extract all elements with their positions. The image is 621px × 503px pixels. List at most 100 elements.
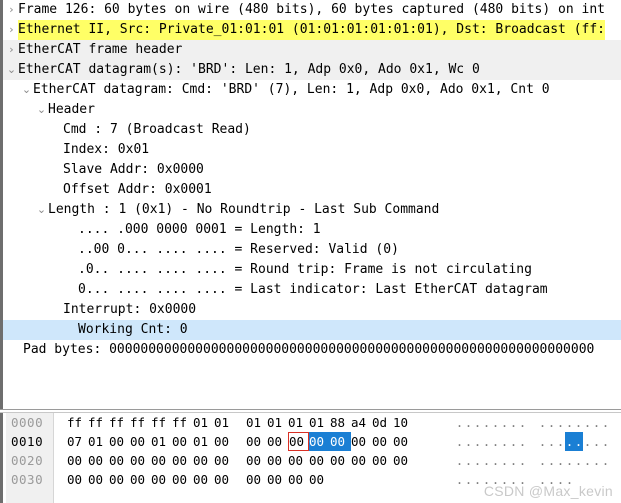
hex-row[interactable]: 0020 00 00 00 00 00 00 00 00 00 00 00 00 00 00 00 00....… (3, 451, 621, 470)
hex-byte[interactable]: 00 (309, 451, 330, 470)
hex-byte[interactable]: 00 (330, 451, 351, 470)
ascii-group[interactable]: ................ (455, 432, 610, 451)
hex-byte[interactable]: 00 (288, 451, 309, 470)
hex-byte[interactable]: ff (151, 413, 172, 432)
chevron-down-icon[interactable]: ⌄ (20, 80, 33, 100)
hex-byte[interactable]: 00 (214, 432, 235, 451)
ascii-char[interactable]: . (500, 432, 509, 451)
ascii-char[interactable]: . (509, 451, 518, 470)
ascii-char[interactable]: . (556, 432, 565, 451)
hex-byte[interactable]: 01 (246, 413, 267, 432)
hex-byte[interactable]: 01 (214, 413, 235, 432)
tree-row[interactable]: ⌄ Length : 1 (0x1) - No Roundtrip - Last … (3, 200, 621, 220)
ascii-char[interactable]: . (464, 432, 473, 451)
ascii-char[interactable]: . (482, 451, 491, 470)
ascii-char[interactable]: . (565, 432, 574, 451)
hex-byte[interactable]: 01 (309, 413, 330, 432)
hex-byte[interactable]: 00 (193, 470, 214, 489)
chevron-down-icon[interactable]: ⌄ (35, 200, 48, 220)
ascii-char[interactable]: . (455, 470, 464, 489)
hex-byte[interactable]: 00 (309, 432, 330, 451)
chevron-right-icon[interactable]: › (5, 20, 18, 40)
tree-row[interactable]: ⌄ Header (3, 100, 621, 120)
hex-byte[interactable]: 00 (172, 432, 193, 451)
ascii-char[interactable]: . (583, 413, 592, 432)
hex-byte[interactable]: 00 (330, 432, 351, 451)
hex-byte[interactable]: 00 (109, 470, 130, 489)
hex-byte[interactable]: 00 (109, 451, 130, 470)
ascii-char[interactable]: . (547, 451, 556, 470)
tree-row[interactable]: Offset Addr: 0x0001 (3, 180, 621, 200)
ascii-char[interactable]: . (538, 451, 547, 470)
ascii-char[interactable]: . (464, 470, 473, 489)
ascii-char[interactable]: . (482, 413, 491, 432)
ascii-char[interactable]: . (473, 432, 482, 451)
tree-row[interactable]: Working Cnt: 0 (3, 320, 621, 340)
hex-byte[interactable]: 00 (393, 451, 414, 470)
ascii-char[interactable]: . (556, 451, 565, 470)
ascii-char[interactable]: . (464, 413, 473, 432)
tree-row[interactable]: 0... .... .... .... = Last indicator: La… (3, 280, 621, 300)
ascii-char[interactable]: . (547, 432, 556, 451)
hex-byte[interactable]: 00 (246, 432, 267, 451)
ascii-char[interactable]: . (565, 413, 574, 432)
hex-byte[interactable]: 01 (151, 432, 172, 451)
hex-byte[interactable]: ff (67, 413, 88, 432)
ascii-char[interactable]: . (500, 451, 509, 470)
ascii-char[interactable]: . (491, 432, 500, 451)
ascii-char[interactable]: . (473, 413, 482, 432)
ascii-char[interactable]: . (500, 413, 509, 432)
ascii-char[interactable]: . (574, 413, 583, 432)
hex-byte[interactable]: 01 (88, 432, 109, 451)
hex-byte[interactable]: 00 (172, 470, 193, 489)
ascii-char[interactable]: . (473, 451, 482, 470)
hex-byte[interactable]: 10 (393, 413, 414, 432)
hex-byte[interactable]: 00 (130, 451, 151, 470)
hex-byte[interactable]: 00 (151, 451, 172, 470)
hex-byte[interactable]: 00 (214, 451, 235, 470)
ascii-char[interactable]: . (491, 413, 500, 432)
hex-byte[interactable]: 00 (109, 432, 130, 451)
hex-byte[interactable]: 00 (130, 470, 151, 489)
hex-byte-group[interactable]: 00 00 00 00 00 00 00 00 00 00 00 00 00 00 00 00 (67, 451, 414, 470)
hex-byte[interactable]: 00 (67, 451, 88, 470)
hex-byte[interactable]: 07 (67, 432, 88, 451)
ascii-char[interactable]: . (583, 432, 592, 451)
hex-byte[interactable]: 00 (288, 432, 309, 451)
ascii-char[interactable]: . (601, 413, 610, 432)
pad-bytes-row[interactable]: Pad bytes: 00000000000000000000000000000… (3, 340, 621, 360)
hex-byte[interactable]: 01 (288, 413, 309, 432)
hex-row[interactable]: 0010 07 01 00 00 01 00 01 00 00 00 00 00 00 00 00 00....… (3, 432, 621, 451)
ascii-char[interactable]: . (482, 432, 491, 451)
hex-byte-group[interactable]: 07 01 00 00 01 00 01 00 00 00 00 00 00 00 00 00 (67, 432, 414, 451)
ascii-char[interactable]: . (455, 451, 464, 470)
ascii-group[interactable]: ................ (455, 413, 610, 432)
ascii-char[interactable]: . (583, 451, 592, 470)
ascii-char[interactable]: . (473, 470, 482, 489)
tree-row[interactable]: Interrupt: 0x0000 (3, 300, 621, 320)
ascii-char[interactable]: . (574, 432, 583, 451)
hex-byte[interactable]: 00 (288, 470, 309, 489)
ascii-char[interactable]: . (455, 432, 464, 451)
ascii-char[interactable]: . (455, 413, 464, 432)
hex-byte[interactable]: 00 (88, 470, 109, 489)
ascii-char[interactable]: . (509, 432, 518, 451)
hex-byte[interactable]: ff (109, 413, 130, 432)
ascii-char[interactable]: . (592, 432, 601, 451)
hex-byte[interactable]: 00 (372, 451, 393, 470)
ascii-char[interactable]: . (556, 413, 565, 432)
tree-row[interactable]: Slave Addr: 0x0000 (3, 160, 621, 180)
ascii-char[interactable]: . (518, 451, 527, 470)
ascii-char[interactable]: . (538, 432, 547, 451)
ascii-char[interactable]: . (491, 451, 500, 470)
ascii-char[interactable]: . (601, 432, 610, 451)
hex-byte[interactable]: 00 (267, 451, 288, 470)
chevron-down-icon[interactable]: ⌄ (35, 100, 48, 120)
ascii-char[interactable]: . (464, 451, 473, 470)
hex-byte[interactable]: ff (88, 413, 109, 432)
hex-dump[interactable]: 0000 ff ff ff ff ff ff 01 01 01 01 01 01 88 a4 0d 10....… (3, 413, 621, 489)
tree-row[interactable]: ⌄ EtherCAT datagram: Cmd: 'BRD' (7), Len:… (3, 80, 621, 100)
hex-byte[interactable]: 00 (67, 470, 88, 489)
ascii-char[interactable]: . (592, 451, 601, 470)
ascii-char[interactable]: . (518, 413, 527, 432)
